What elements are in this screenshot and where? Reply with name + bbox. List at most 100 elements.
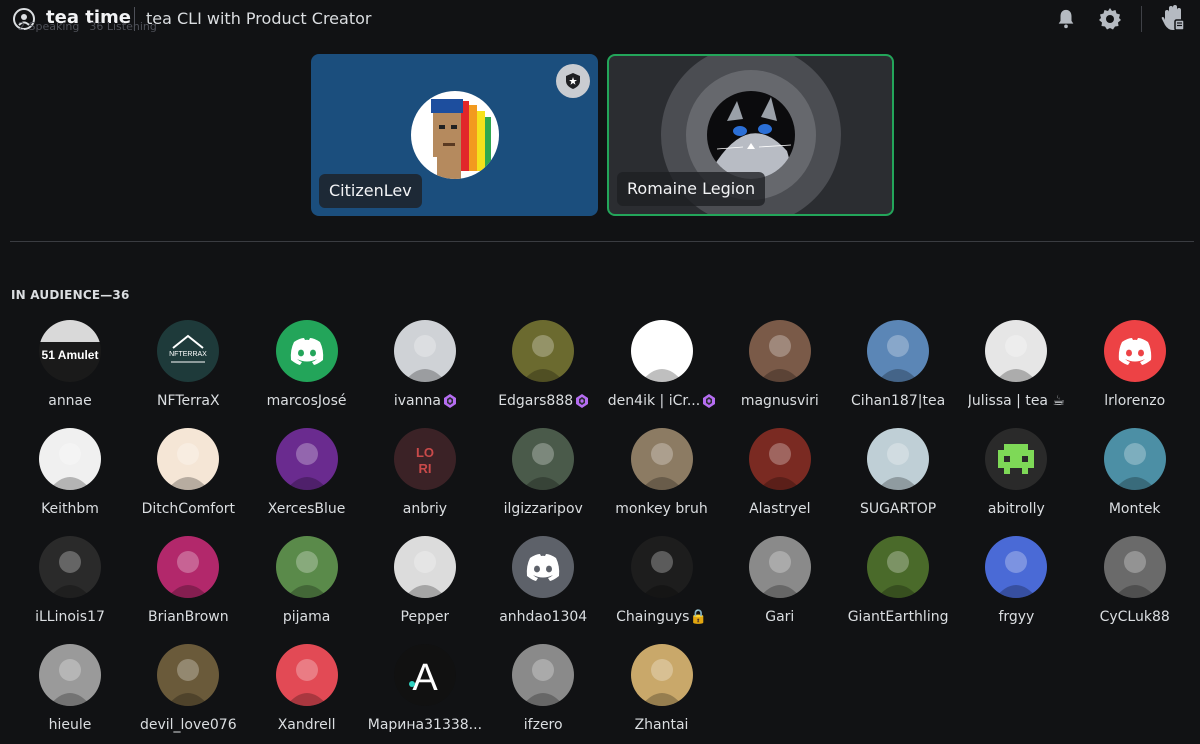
member-name-text: Julissa | tea ☕ (967, 393, 1066, 409)
member-name: marcosJosé (267, 393, 347, 409)
member-name-text: XercesBlue (267, 501, 346, 517)
audience-member[interactable]: DitchComfort (129, 428, 247, 528)
photo-icon (275, 428, 338, 490)
photo-icon (1103, 428, 1166, 490)
speaking-count: 2 Speaking (18, 20, 80, 33)
member-name: GiantEarthling (848, 609, 949, 625)
photo-icon (630, 644, 693, 706)
audience-member[interactable]: SUGARTOP (839, 428, 957, 528)
audience-member[interactable]: 51 Amulet annae (11, 320, 129, 420)
member-avatar (985, 320, 1048, 382)
audience-member[interactable]: LO RI anbriy (366, 428, 484, 528)
photo-icon (157, 644, 220, 706)
audience-member[interactable]: BrianBrown (129, 536, 247, 636)
audience-member[interactable]: lrlorenzo (1076, 320, 1194, 420)
nitro-boost-icon (576, 394, 589, 408)
nitro-boost-icon (443, 394, 456, 408)
audience-member[interactable]: CyCLuk88 (1076, 536, 1194, 636)
member-name-text: monkey bruh (615, 501, 708, 517)
member-name: hieule (49, 717, 92, 733)
audience-member[interactable]: Zhantai (603, 644, 721, 744)
member-avatar (1103, 320, 1166, 382)
member-name: devil_love076 (140, 717, 237, 733)
audience-member[interactable]: A Марина31338... (366, 644, 484, 744)
notifications-button[interactable] (1053, 6, 1079, 32)
audience-member[interactable]: pijama (248, 536, 366, 636)
member-avatar (1103, 428, 1166, 490)
audience-member[interactable]: den4ik | iCr... (603, 320, 721, 420)
member-name-text: anhdao1304 (499, 609, 588, 625)
invader-icon (985, 428, 1048, 490)
member-name-text: ifzero (523, 717, 563, 733)
member-name-text: pijama (282, 609, 331, 625)
audience-member[interactable]: anhdao1304 (484, 536, 602, 636)
discord-icon (512, 536, 575, 598)
audience-member[interactable]: magnusviri (721, 320, 839, 420)
photo-icon (748, 536, 811, 598)
member-avatar (275, 428, 338, 490)
audience-member[interactable]: Chainguys🔒 (603, 536, 721, 636)
member-avatar (867, 320, 930, 382)
photo-icon (275, 536, 338, 598)
audience-member[interactable]: NFTERRAX NFTerraX (129, 320, 247, 420)
member-avatar (157, 536, 220, 598)
photo-icon (393, 320, 456, 382)
audience-member[interactable]: GiantEarthling (839, 536, 957, 636)
audience-member[interactable]: iLLinois17 (11, 536, 129, 636)
member-name: BrianBrown (148, 609, 229, 625)
speaker-tile-speaking[interactable]: Romaine Legion (607, 54, 894, 216)
audience-member[interactable]: Cihan187|tea (839, 320, 957, 420)
audience-member[interactable]: Montek (1076, 428, 1194, 528)
member-avatar (867, 428, 930, 490)
audience-member[interactable]: frgyy (957, 536, 1075, 636)
settings-button[interactable] (1097, 6, 1123, 32)
svg-text:LO: LO (416, 445, 434, 460)
audience-member[interactable]: devil_love076 (129, 644, 247, 744)
request-to-speak-button[interactable] (1160, 5, 1186, 31)
member-name: abitrolly (988, 501, 1045, 517)
member-name: monkey bruh (615, 501, 707, 517)
photo-icon (867, 320, 930, 382)
member-avatar (393, 536, 456, 598)
audience-member[interactable]: ifzero (484, 644, 602, 744)
member-avatar (512, 536, 575, 598)
logo-a-icon: A (393, 644, 456, 706)
member-name-text: Gari (765, 609, 795, 625)
member-name-text: Montek (1108, 501, 1161, 517)
speaker-avatar (410, 91, 499, 179)
member-name: Xandrell (278, 717, 336, 733)
member-name-text: frgyy (998, 609, 1035, 625)
stage-topic: tea CLI with Product Creator (146, 9, 372, 28)
photo-icon (512, 644, 575, 706)
stage-stats: 2 Speaking 36 Listening (18, 20, 157, 33)
speaker-tile[interactable]: CitizenLev (311, 54, 598, 216)
member-avatar (630, 428, 693, 490)
member-name-text: abitrolly (987, 501, 1045, 517)
logo-amulet-icon: 51 Amulet (39, 320, 101, 382)
audience-member[interactable]: hieule (11, 644, 129, 744)
member-name: XercesBlue (268, 501, 346, 517)
audience-member[interactable]: Gari (721, 536, 839, 636)
audience-member[interactable]: Edgars888 (484, 320, 602, 420)
photo-icon (867, 428, 930, 490)
member-name: iLLinois17 (35, 609, 105, 625)
audience-member[interactable]: ivanna (366, 320, 484, 420)
member-name: Keithbm (41, 501, 99, 517)
audience-member[interactable]: monkey bruh (603, 428, 721, 528)
audience-member[interactable]: Keithbm (11, 428, 129, 528)
photo-icon (630, 536, 693, 598)
audience-member[interactable]: Alastryel (721, 428, 839, 528)
audience-member[interactable]: Julissa | tea ☕ (957, 320, 1075, 420)
audience-member[interactable]: marcosJosé (248, 320, 366, 420)
audience-member[interactable]: XercesBlue (248, 428, 366, 528)
audience-member[interactable]: Xandrell (248, 644, 366, 744)
audience-member[interactable]: abitrolly (957, 428, 1075, 528)
photo-icon (512, 428, 575, 490)
stage-header: tea time 2 Speaking 36 Listening tea CLI… (0, 0, 1200, 38)
member-name-text: Cihan187|tea (851, 393, 946, 409)
member-avatar (1103, 536, 1166, 598)
audience-member[interactable]: ilgizzaripov (484, 428, 602, 528)
audience-member[interactable]: Pepper (366, 536, 484, 636)
member-avatar (985, 428, 1048, 490)
member-name-text: Edgars888 (498, 393, 574, 409)
